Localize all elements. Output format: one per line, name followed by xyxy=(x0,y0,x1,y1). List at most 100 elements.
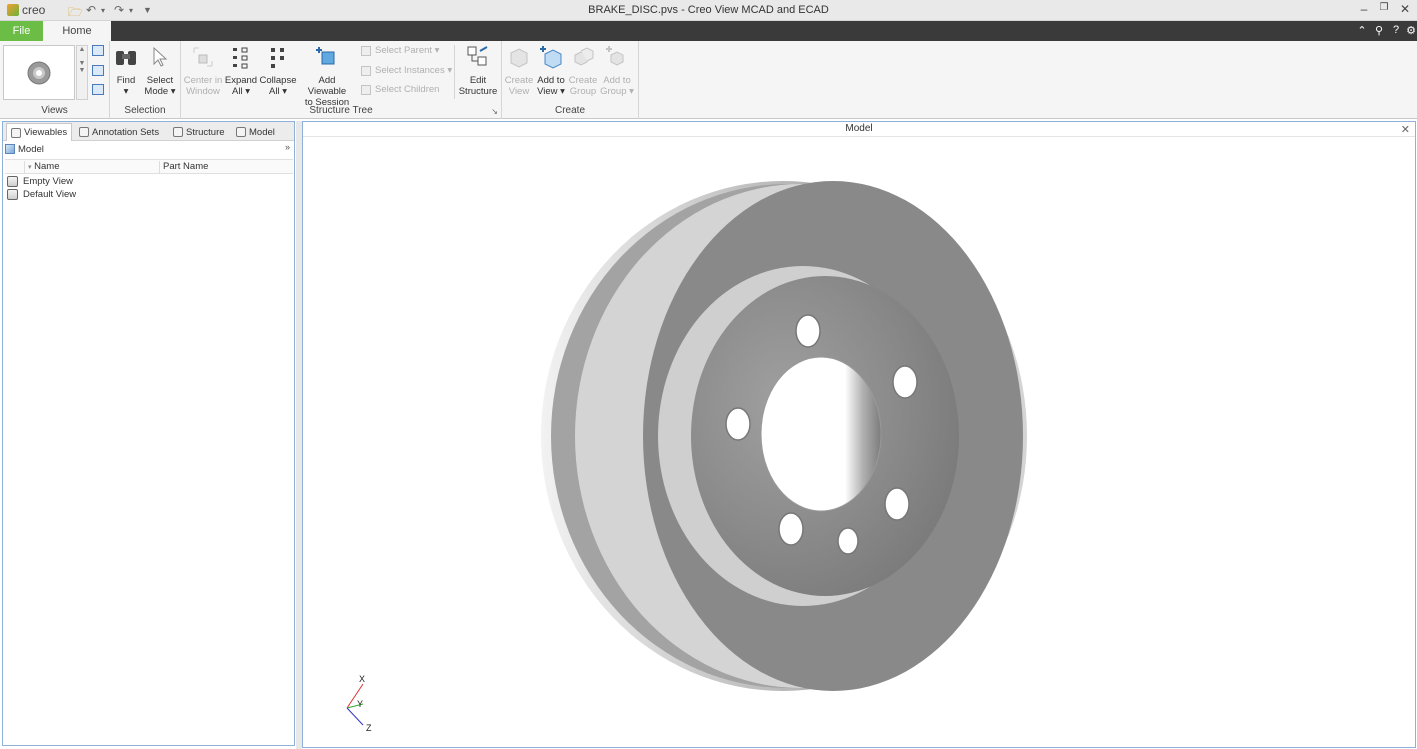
center-label-1: Center in xyxy=(183,75,223,86)
axis-triad: X Y Z xyxy=(346,674,372,732)
brake-disc-model[interactable] xyxy=(533,174,1033,704)
select-parent-label: Select Parent ▾ xyxy=(375,45,440,56)
search-icon[interactable]: ⚲ xyxy=(1372,24,1386,37)
create-group-label: Create xyxy=(554,105,585,116)
view-icon xyxy=(7,189,18,200)
edit-structure-label-1: Edit xyxy=(469,75,487,86)
views-group: ▲ ▼ ▼ Views xyxy=(0,41,110,119)
expand-label-1: Expand xyxy=(224,75,258,86)
list-item[interactable]: Empty View xyxy=(7,175,73,188)
model-icon xyxy=(236,127,246,137)
tab-model[interactable]: Model xyxy=(232,123,279,141)
select-instances-button[interactable]: Select Instances ▾ xyxy=(361,65,452,76)
model-selector[interactable]: Model » xyxy=(5,142,292,156)
select-mode-button[interactable]: Select Mode ▾ xyxy=(140,43,180,97)
expand-all-button[interactable]: Expand All ▾ xyxy=(221,43,261,97)
center-in-window-button[interactable]: Center in Window xyxy=(183,43,223,97)
select-parent-icon xyxy=(361,45,371,56)
model-viewport[interactable]: Model ✕ X Y Z xyxy=(302,121,1416,748)
view-layout-icon[interactable] xyxy=(92,45,104,56)
view-grid-icon[interactable] xyxy=(92,84,104,95)
ribbon: ▲ ▼ ▼ Views Find ▾ Select Mode ▾ Selection xyxy=(0,41,1417,119)
list-item-label: Empty View xyxy=(23,176,73,187)
edit-structure-button[interactable]: Edit Structure xyxy=(458,43,498,97)
binoculars-icon xyxy=(114,43,138,71)
tab-structure[interactable]: Structure xyxy=(169,123,229,141)
axis-y-label: Y xyxy=(357,699,363,709)
add-to-group-icon xyxy=(605,43,629,71)
tab-viewables-label: Viewables xyxy=(24,127,68,138)
viewport-title: Model xyxy=(303,122,1415,137)
model-cube-icon xyxy=(5,144,15,154)
tab-viewables[interactable]: Viewables xyxy=(6,123,73,141)
disc-thumbnail-icon xyxy=(27,61,51,84)
center-label-2: Window xyxy=(186,86,220,97)
structure-icon xyxy=(173,127,183,137)
tab-home[interactable]: Home xyxy=(43,21,111,41)
create-group: Create View Add to View ▾ Create Group A… xyxy=(502,41,639,119)
collapse-all-button[interactable]: Collapse All ▾ xyxy=(258,43,298,97)
title-bar: creo 🗁 ↶ ▾ ↷ ▾ ▼ BRAKE_DISC.pvs - Creo V… xyxy=(0,0,1417,21)
collapse-all-icon xyxy=(266,43,290,71)
ribbon-tab-bar: File Home ⌃ ⚲ ? ⚙ xyxy=(0,21,1417,41)
create-view-icon xyxy=(507,43,531,71)
help-icon[interactable]: ? xyxy=(1389,24,1403,36)
add-to-group-label-2: Group ▾ xyxy=(600,86,634,97)
tab-annotation-sets[interactable]: Annotation Sets xyxy=(75,123,163,141)
select-mode-label-1: Select xyxy=(146,75,174,86)
sort-icon: ▾ xyxy=(28,164,32,171)
close-viewport-icon[interactable]: ✕ xyxy=(1401,123,1410,136)
view-icon xyxy=(7,176,18,187)
list-item-label: Default View xyxy=(23,189,77,200)
views-gallery-scroll[interactable]: ▲ ▼ ▼ xyxy=(76,45,88,100)
select-parent-button[interactable]: Select Parent ▾ xyxy=(361,45,439,56)
add-to-view-icon xyxy=(539,43,563,71)
model-selector-value: Model xyxy=(18,143,44,155)
column-name-label: Name xyxy=(34,161,60,172)
add-viewable-icon xyxy=(315,43,339,71)
select-instances-label: Select Instances ▾ xyxy=(375,65,453,76)
selection-group-label: Selection xyxy=(124,105,166,116)
tab-structure-label: Structure xyxy=(186,126,225,138)
expand-label-2: All ▾ xyxy=(232,86,250,97)
column-part-name-label: Part Name xyxy=(163,161,209,172)
tab-annotation-sets-label: Annotation Sets xyxy=(92,126,160,138)
select-mode-label-2: Mode ▾ xyxy=(144,86,176,97)
view-compare-icon[interactable] xyxy=(92,65,104,76)
add-to-group-button[interactable]: Add to Group ▾ xyxy=(597,43,637,97)
tab-model-label: Model xyxy=(249,126,275,138)
add-viewable-label-1: Add Viewable xyxy=(307,75,347,97)
column-part-name[interactable]: Part Name xyxy=(159,161,293,174)
annotation-sets-icon xyxy=(79,127,89,137)
left-panel-tabs: Viewables Annotation Sets Structure Mode… xyxy=(3,122,294,141)
collapse-ribbon-icon[interactable]: ⌃ xyxy=(1355,24,1369,37)
tab-file[interactable]: File xyxy=(0,21,43,41)
view-thumbnail[interactable] xyxy=(3,45,75,100)
select-children-button[interactable]: Select Children xyxy=(361,84,439,95)
list-item[interactable]: Default View xyxy=(7,188,76,201)
axis-z-label: Z xyxy=(366,723,372,732)
center-in-window-icon xyxy=(191,43,215,71)
add-viewable-to-session-button[interactable]: Add Viewable to Session xyxy=(299,43,355,108)
collapse-label-1: Collapse xyxy=(259,75,297,86)
create-group-icon xyxy=(571,43,595,71)
minimize-icon[interactable]: – xyxy=(1356,2,1372,16)
close-window-icon[interactable]: ✕ xyxy=(1397,2,1413,16)
left-panel: Viewables Annotation Sets Structure Mode… xyxy=(2,121,295,746)
ribbon-separator xyxy=(454,45,455,99)
select-children-icon xyxy=(361,84,371,95)
select-instances-icon xyxy=(361,65,371,76)
views-group-label: Views xyxy=(41,105,68,116)
restore-icon[interactable]: ❐ xyxy=(1376,2,1392,13)
add-to-group-label-1: Add to xyxy=(603,75,631,86)
viewables-table-header: ▾ Name Part Name xyxy=(5,159,293,174)
chevron-down-icon[interactable]: » xyxy=(285,142,290,152)
structure-tree-group: Center in Window Expand All ▾ Collapse A… xyxy=(181,41,502,119)
select-children-label: Select Children xyxy=(375,84,440,95)
edit-structure-icon xyxy=(466,43,490,71)
column-name[interactable]: ▾ Name xyxy=(24,161,161,174)
edit-structure-label-2: Structure xyxy=(458,86,498,97)
group-launcher-icon[interactable]: ↘ xyxy=(491,107,498,116)
settings-icon[interactable]: ⚙ xyxy=(1404,24,1417,37)
viewables-icon xyxy=(11,127,21,138)
